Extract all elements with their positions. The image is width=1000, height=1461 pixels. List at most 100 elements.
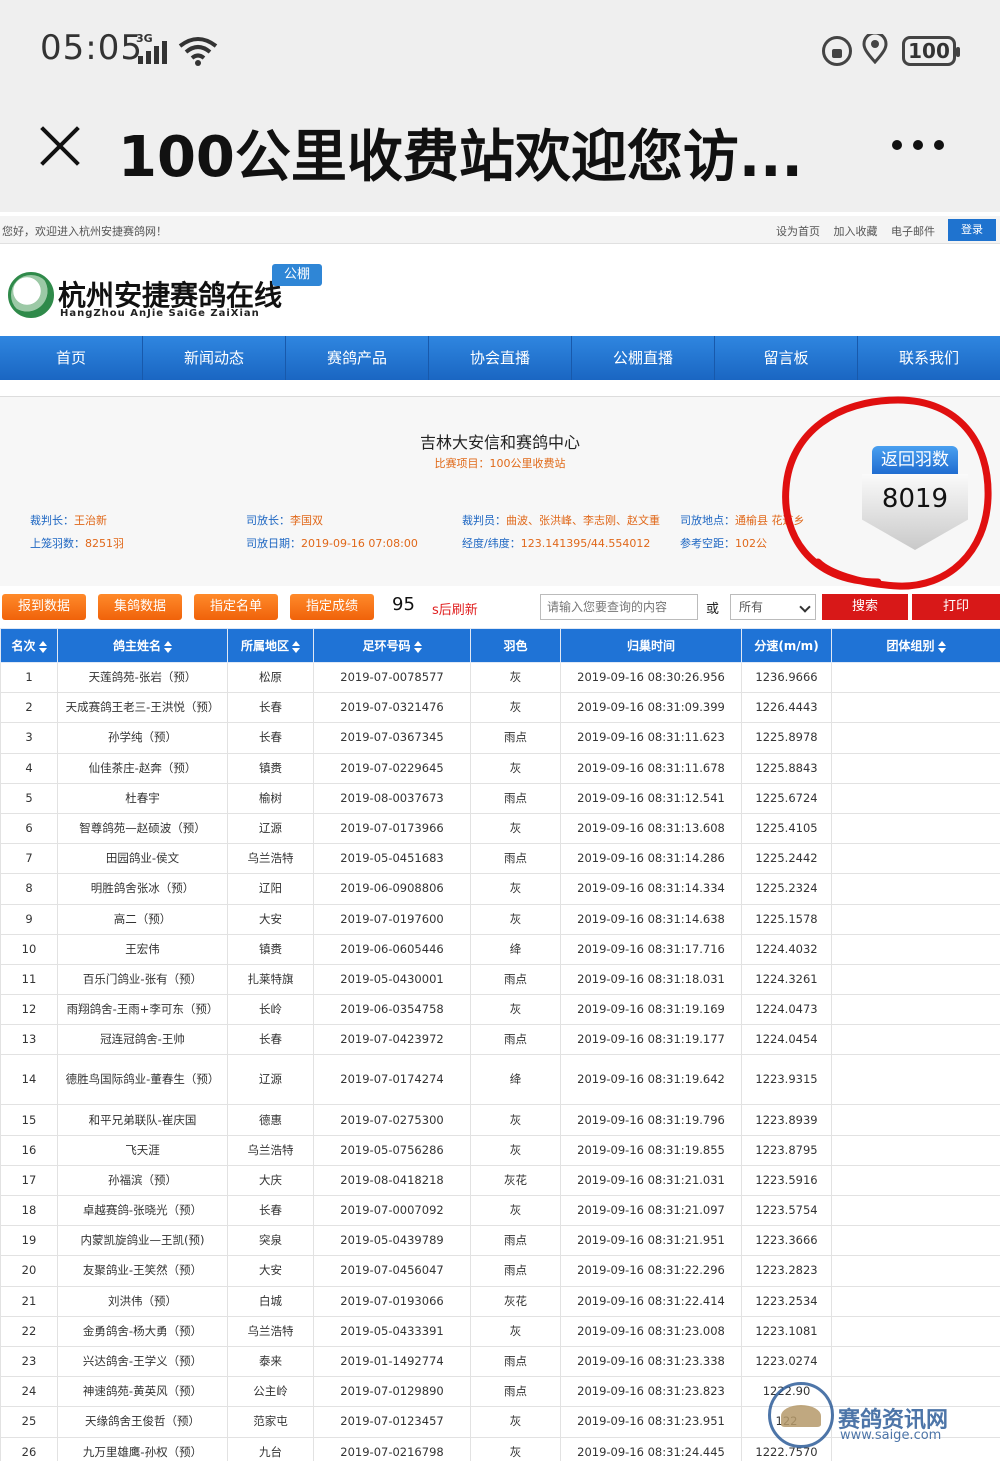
pigeon-ship-icon [768,1382,834,1448]
table-cell: 长岭 [227,994,314,1026]
table-cell: 神速鸽苑-黄英风（预） [57,1376,228,1408]
table-cell: 8 [0,873,58,905]
main-nav: 首页 新闻动态 赛鸽产品 协会直播 公棚直播 留言板 联系我们 [0,336,1000,380]
search-button[interactable]: 搜索 [822,594,908,620]
search-input[interactable] [540,594,698,620]
designated-results-button[interactable]: 指定成绩 [290,594,374,620]
designated-list-button[interactable]: 指定名单 [194,594,278,620]
table-cell: 兴达鸽舍-王学义（预） [57,1345,228,1378]
table-cell [831,1164,1000,1197]
table-cell [831,1104,1000,1136]
table-cell: 大安 [227,903,314,935]
table-cell: 灰 [470,994,561,1026]
table-cell: 突泉 [227,1225,314,1257]
table-cell: 灰 [470,1194,561,1227]
add-favorite-link[interactable]: 加入收藏 [834,225,878,238]
col-group[interactable]: 团体组别 [831,628,1000,663]
nav-home[interactable]: 首页 [0,336,143,380]
table-cell: 2019-09-16 08:31:19.177 [560,1024,742,1056]
table-cell: 5 [0,782,58,814]
table-cell: 2019-09-16 08:31:11.678 [560,752,742,784]
nav-products[interactable]: 赛鸽产品 [286,336,429,380]
email-link[interactable]: 电子邮件 [891,225,935,238]
collection-data-button[interactable]: 集鸽数据 [98,594,182,620]
close-icon[interactable] [38,124,82,168]
table-cell: 20 [0,1255,58,1287]
distance-info: 参考空距：102公 [680,537,767,550]
table-cell: 扎莱特旗 [227,963,314,996]
table-cell: 2019-07-0216798 [313,1436,471,1461]
filter-select[interactable]: 所有 [730,594,816,620]
table-row: 7 田园鸽业-侯文 乌兰浩特 2019-05-0451683 雨点 2019-09-16 … [0,843,1000,875]
table-cell: 乌兰浩特 [227,1315,314,1347]
table-cell: 镇赉 [227,933,314,965]
table-cell: 乌兰浩特 [227,1134,314,1166]
referees-info: 裁判员：曲波、张洪峰、李志刚、赵文重 [462,514,660,527]
table-cell: 1223.2534 [741,1285,832,1317]
page-title: 100公里收费站欢迎您访... [118,125,803,190]
report-data-button[interactable]: 报到数据 [2,594,86,620]
table-cell: 7 [0,843,58,875]
nav-guestbook[interactable]: 留言板 [715,336,858,380]
table-cell [831,1255,1000,1287]
sort-icon [292,640,300,653]
table-cell: 2019-09-16 08:31:09.399 [560,692,742,724]
table-cell [831,1345,1000,1378]
nav-association-live[interactable]: 协会直播 [429,336,572,380]
table-cell: 榆树 [227,782,314,814]
table-cell: 长春 [227,1024,314,1056]
col-region[interactable]: 所属地区 [227,628,314,663]
nav-loft-live[interactable]: 公棚直播 [572,336,715,380]
table-cell: 11 [0,963,58,996]
table-cell: 2019-09-16 08:31:13.608 [560,812,742,845]
table-cell: 2019-09-16 08:31:22.414 [560,1285,742,1317]
table-cell: 内蒙凯旋鸽业—王凯(预) [57,1225,228,1257]
table-cell: 百乐门鸽业-张有（预） [57,963,228,996]
table-cell: 雨点 [470,1345,561,1378]
annotation-circle [782,396,992,590]
table-cell: 1225.4105 [741,812,832,845]
table-cell: 12 [0,994,58,1026]
col-owner[interactable]: 鸽主姓名 [57,628,228,663]
table-cell [831,873,1000,905]
table-cell: 飞天涯 [57,1134,228,1166]
col-rank[interactable]: 名次 [0,628,58,663]
network-label: 3G [136,32,153,45]
table-cell: 松原 [227,661,314,694]
watermark-url: www.saige.com [840,1428,942,1443]
print-button[interactable]: 打印 [912,594,1000,620]
table-cell: 9 [0,903,58,935]
table-cell [831,1194,1000,1227]
table-cell: 2019-05-0433391 [313,1315,471,1347]
table-cell: 长春 [227,722,314,754]
table-cell: 灰 [470,692,561,724]
table-cell [831,1315,1000,1347]
table-cell: 友聚鸽业-王笑然（预） [57,1255,228,1287]
nav-contact[interactable]: 联系我们 [858,336,1000,380]
table-row: 20 友聚鸽业-王笑然（预） 大安 2019-07-0456047 雨点 2019-09-… [0,1255,1000,1287]
nav-news[interactable]: 新闻动态 [143,336,286,380]
table-cell: 冠连冠鸽舍-王帅 [57,1024,228,1056]
table-cell: 2019-06-0354758 [313,994,471,1026]
table-cell: 2019-09-16 08:31:19.855 [560,1134,742,1166]
table-cell: 19 [0,1225,58,1257]
site-logo[interactable]: 杭州安捷赛鸽在线 HangZhou AnJie SaiGe ZaiXian 公棚 [8,264,328,324]
table-cell: 公主岭 [227,1376,314,1408]
pigeon-emblem-icon [8,272,54,318]
table-cell: 灰 [470,752,561,784]
table-cell: 孙福滨（预） [57,1164,228,1197]
table-cell: 九万里雄鹰-孙权（预） [57,1436,228,1461]
col-ring[interactable]: 足环号码 [313,628,471,663]
set-homepage-link[interactable]: 设为首页 [776,225,820,238]
table-row: 4 仙佳茶庄-赵奔（预） 镇赉 2019-07-0229645 灰 2019-09-16 … [0,752,1000,784]
more-options-icon[interactable] [892,140,944,152]
table-row: 1 天莲鸽苑-张岩（预） 松原 2019-07-0078577 灰 2019-09-16 … [0,661,1000,694]
table-cell: 大庆 [227,1164,314,1197]
login-button[interactable]: 登录 [948,219,996,241]
table-row: 18 卓越赛鸽-张晓光（预） 长春 2019-07-0007092 灰 2019-09-1… [0,1194,1000,1227]
table-row: 23 兴达鸽舍-王学义（预） 泰来 2019-01-1492774 雨点 2019-09-… [0,1345,1000,1378]
table-cell: 2019-07-0423972 [313,1024,471,1056]
sort-icon [937,640,946,653]
table-cell: 乌兰浩特 [227,843,314,875]
battery-icon: 100 [902,36,960,66]
